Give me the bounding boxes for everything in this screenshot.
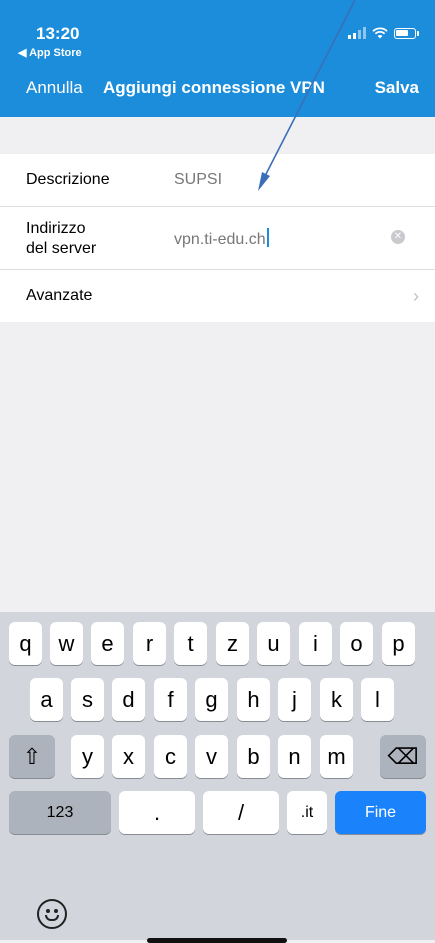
key-k[interactable]: k (320, 678, 353, 721)
key-r[interactable]: r (133, 622, 166, 665)
numbers-key[interactable]: 123 (9, 791, 111, 834)
key-p[interactable]: p (382, 622, 415, 665)
slash-key[interactable]: / (203, 791, 279, 834)
tld-key[interactable]: .it (287, 791, 327, 834)
key-x[interactable]: x (112, 735, 145, 778)
key-t[interactable]: t (174, 622, 207, 665)
key-i[interactable]: i (299, 622, 332, 665)
key-o[interactable]: o (340, 622, 373, 665)
backspace-icon[interactable]: ⌫ (380, 735, 426, 778)
key-f[interactable]: f (154, 678, 187, 721)
key-y[interactable]: y (71, 735, 104, 778)
key-w[interactable]: w (50, 622, 83, 665)
key-l[interactable]: l (361, 678, 394, 721)
key-g[interactable]: g (195, 678, 228, 721)
shift-icon[interactable]: ⇧ (9, 735, 55, 778)
emoji-icon[interactable] (37, 899, 67, 929)
key-d[interactable]: d (112, 678, 145, 721)
key-b[interactable]: b (237, 735, 270, 778)
key-j[interactable]: j (278, 678, 311, 721)
key-u[interactable]: u (257, 622, 290, 665)
key-v[interactable]: v (195, 735, 228, 778)
key-c[interactable]: c (154, 735, 187, 778)
key-m[interactable]: m (320, 735, 353, 778)
done-key[interactable]: Fine (335, 791, 426, 834)
key-h[interactable]: h (237, 678, 270, 721)
home-indicator[interactable] (147, 938, 287, 943)
key-e[interactable]: e (91, 622, 124, 665)
dot-key[interactable]: . (119, 791, 195, 834)
key-a[interactable]: a (30, 678, 63, 721)
keyboard: q w e r t z u i o p a s d f g h j k l ⇧ … (0, 612, 435, 943)
key-z[interactable]: z (216, 622, 249, 665)
key-s[interactable]: s (71, 678, 104, 721)
key-q[interactable]: q (9, 622, 42, 665)
key-n[interactable]: n (278, 735, 311, 778)
